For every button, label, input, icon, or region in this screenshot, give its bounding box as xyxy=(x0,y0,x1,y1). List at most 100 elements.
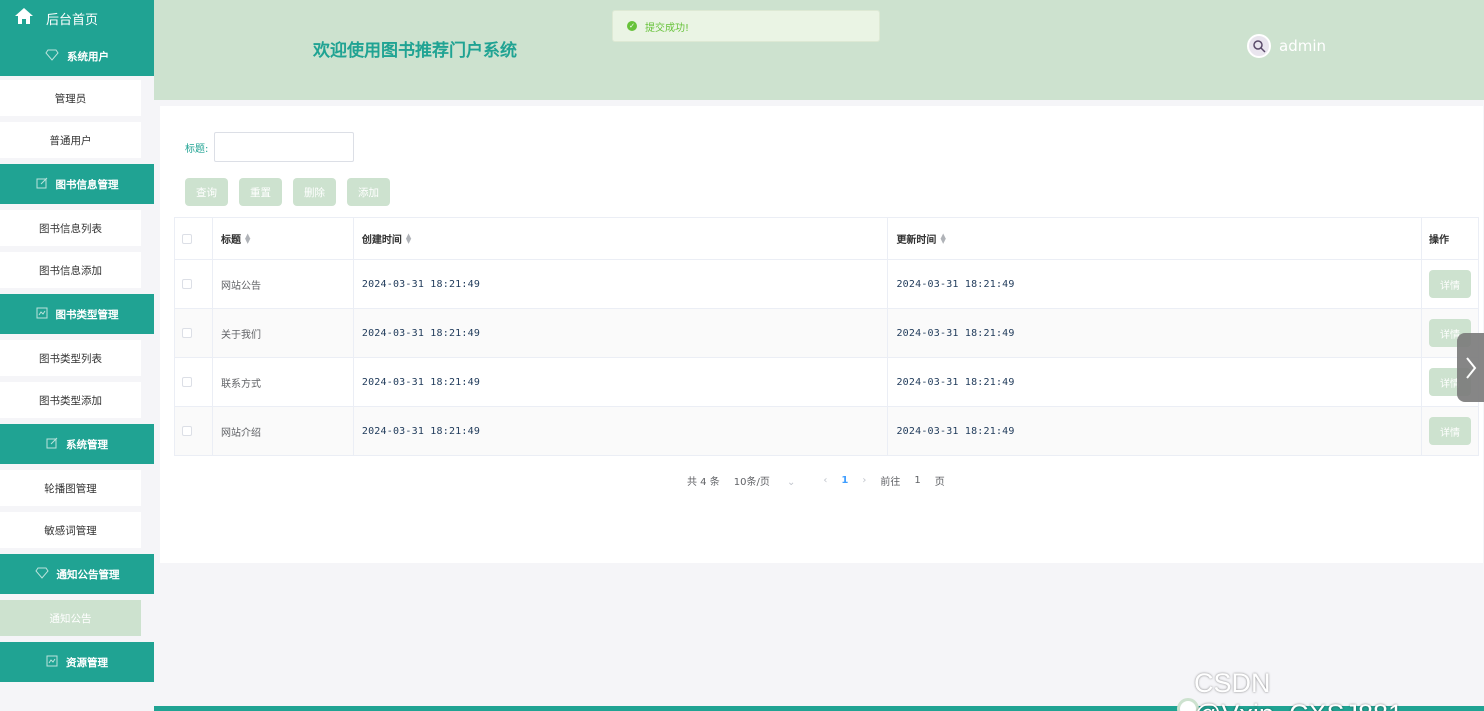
row-checkbox[interactable] xyxy=(182,279,192,289)
row-created-time: 2024-03-31 18:21:49 xyxy=(361,376,481,388)
sidebar-item-label: 图书类型添加 xyxy=(39,394,102,407)
sidebar-home-label: 后台首页 xyxy=(46,12,99,28)
sidebar-item-admin[interactable]: 管理员 xyxy=(0,80,141,116)
username: admin xyxy=(1279,37,1326,55)
row-select-cell xyxy=(175,309,213,357)
reset-button[interactable]: 重置 xyxy=(239,178,282,206)
row-created-time: 2024-03-31 18:21:49 xyxy=(361,327,481,339)
page-size-select[interactable]: 10条/页 ⌄ xyxy=(734,473,810,488)
sidebar-item-book-add[interactable]: 图书信息添加 xyxy=(0,252,141,288)
sidebar-item-label: 图书类型列表 xyxy=(39,352,102,365)
header-created[interactable]: 创建时间 ▲ ▼ xyxy=(354,218,889,259)
sidebar-item-label: 管理员 xyxy=(54,92,87,105)
diamond-icon xyxy=(34,567,49,582)
sidebar-item-label: 敏感词管理 xyxy=(44,524,97,537)
table-header-row: 标题 ▲ ▼ 创建时间 ▲ ▼ 更新时间 ▲ ▼ 操作 xyxy=(175,218,1479,260)
row-title: 网站公告 xyxy=(213,260,354,308)
header-title[interactable]: 标题 ▲ ▼ xyxy=(213,218,354,259)
sidebar-item-label: 通知公告 xyxy=(49,612,92,625)
edit-icon xyxy=(46,437,58,452)
sidebar-item-type-list[interactable]: 图书类型列表 xyxy=(0,340,141,376)
detail-button[interactable]: 详情 xyxy=(1429,270,1472,298)
sidebar-home[interactable]: 后台首页 xyxy=(0,0,154,36)
delete-button[interactable]: 删除 xyxy=(293,178,336,206)
row-checkbox[interactable] xyxy=(182,328,192,338)
header-title-label: 标题 xyxy=(220,235,241,246)
sidebar-group-resources[interactable]: 资源管理 xyxy=(0,642,154,682)
row-action-cell: 详情 xyxy=(1422,260,1479,308)
row-checkbox[interactable] xyxy=(182,426,192,436)
row-created-time: 2024-03-31 18:21:49 xyxy=(361,425,481,437)
table-row[interactable]: 网站公告 2024-03-31 18:21:49 2024-03-31 18:2… xyxy=(175,260,1479,309)
table-row[interactable]: 联系方式 2024-03-31 18:21:49 2024-03-31 18:2… xyxy=(175,358,1479,407)
add-button[interactable]: 添加 xyxy=(347,178,390,206)
next-page-icon[interactable]: › xyxy=(862,475,866,486)
chart-icon xyxy=(36,307,48,322)
sidebar-group-label: 图书信息管理 xyxy=(55,178,119,191)
sidebar-group-system[interactable]: 系统管理 xyxy=(0,424,154,464)
sidebar-group-book-info[interactable]: 图书信息管理 xyxy=(0,164,154,204)
goto-page-input[interactable]: 1 xyxy=(914,475,920,486)
prev-page-icon[interactable]: ‹ xyxy=(823,475,827,486)
sidebar-item-label: 轮播图管理 xyxy=(44,482,97,495)
row-created: 2024-03-31 18:21:49 xyxy=(354,309,889,357)
row-title: 联系方式 xyxy=(213,358,354,406)
row-checkbox[interactable] xyxy=(182,377,192,387)
user-menu[interactable]: admin xyxy=(1247,34,1326,58)
row-updated-time: 2024-03-31 18:21:49 xyxy=(896,376,1015,388)
row-updated-time: 2024-03-31 18:21:49 xyxy=(896,327,1015,339)
watermark: CSDN @Vxin_CXSJ881 xyxy=(1194,668,1403,711)
header-action: 操作 xyxy=(1422,218,1479,259)
chevron-down-icon: ⌄ xyxy=(787,477,796,488)
sidebar-item-label: 图书信息添加 xyxy=(39,264,102,277)
avatar xyxy=(1247,34,1271,58)
sidebar-item-sensitive-words[interactable]: 敏感词管理 xyxy=(0,512,141,548)
search-row: 标题: xyxy=(185,132,355,162)
title-search-input[interactable] xyxy=(214,132,355,162)
sidebar-group-book-type[interactable]: 图书类型管理 xyxy=(0,294,154,334)
table-row[interactable]: 网站介绍 2024-03-31 18:21:49 2024-03-31 18:2… xyxy=(175,407,1479,456)
row-select-cell xyxy=(175,358,213,406)
select-all-checkbox[interactable] xyxy=(182,233,192,244)
toast-message: 提交成功! xyxy=(645,22,690,34)
sidebar-group-system-users[interactable]: 系统用户 xyxy=(0,36,154,76)
sidebar-group-notice[interactable]: 通知公告管理 xyxy=(0,554,154,594)
sort-icon[interactable]: ▲ ▼ xyxy=(245,232,250,244)
home-icon xyxy=(14,7,34,29)
diamond-icon xyxy=(45,49,59,64)
goto-suffix: 页 xyxy=(934,477,945,488)
row-created: 2024-03-31 18:21:49 xyxy=(354,358,889,406)
sidebar-item-type-add[interactable]: 图书类型添加 xyxy=(0,382,141,418)
detail-button[interactable]: 详情 xyxy=(1429,417,1472,445)
edit-icon xyxy=(36,177,48,192)
sidebar-item-label: 图书信息列表 xyxy=(39,222,102,235)
row-updated: 2024-03-31 18:21:49 xyxy=(888,260,1423,308)
row-created: 2024-03-31 18:21:49 xyxy=(354,260,889,308)
check-circle-icon: ✓ xyxy=(627,21,637,31)
select-all-cell xyxy=(175,218,213,259)
sidebar-group-label: 图书类型管理 xyxy=(55,308,119,321)
row-updated: 2024-03-31 18:21:49 xyxy=(888,309,1423,357)
table-row[interactable]: 关于我们 2024-03-31 18:21:49 2024-03-31 18:2… xyxy=(175,309,1479,358)
sort-icon[interactable]: ▲ ▼ xyxy=(406,232,411,244)
next-panel-button[interactable] xyxy=(1457,333,1484,402)
row-updated-time: 2024-03-31 18:21:49 xyxy=(896,425,1015,437)
sidebar-group-label: 通知公告管理 xyxy=(56,568,120,581)
page-title: 欢迎使用图书推荐门户系统 xyxy=(313,41,517,61)
sidebar-item-book-list[interactable]: 图书信息列表 xyxy=(0,210,141,246)
toolbar: 查询 重置 删除 添加 xyxy=(185,178,401,206)
page-number-current[interactable]: 1 xyxy=(841,475,848,486)
sidebar-group-label: 系统用户 xyxy=(67,50,109,63)
header-updated[interactable]: 更新时间 ▲ ▼ xyxy=(888,218,1423,259)
row-created-time: 2024-03-31 18:21:49 xyxy=(361,278,481,290)
query-button[interactable]: 查询 xyxy=(185,178,228,206)
header-created-label: 创建时间 xyxy=(361,235,402,246)
sidebar-item-notice[interactable]: 通知公告 xyxy=(0,600,141,636)
sidebar-item-users[interactable]: 普通用户 xyxy=(0,122,141,158)
pagination: 共 4 条 10条/页 ⌄ ‹ 1 › 前往 1 页 xyxy=(687,473,959,488)
sort-icon[interactable]: ▲ ▼ xyxy=(940,232,945,244)
sidebar: 后台首页 系统用户 管理员 普通用户 图书信息管理 图书信息列表 图书信息添加 … xyxy=(0,0,154,711)
sidebar-item-carousel[interactable]: 轮播图管理 xyxy=(0,470,141,506)
pagination-total: 共 4 条 xyxy=(687,477,720,488)
row-updated: 2024-03-31 18:21:49 xyxy=(888,358,1423,406)
